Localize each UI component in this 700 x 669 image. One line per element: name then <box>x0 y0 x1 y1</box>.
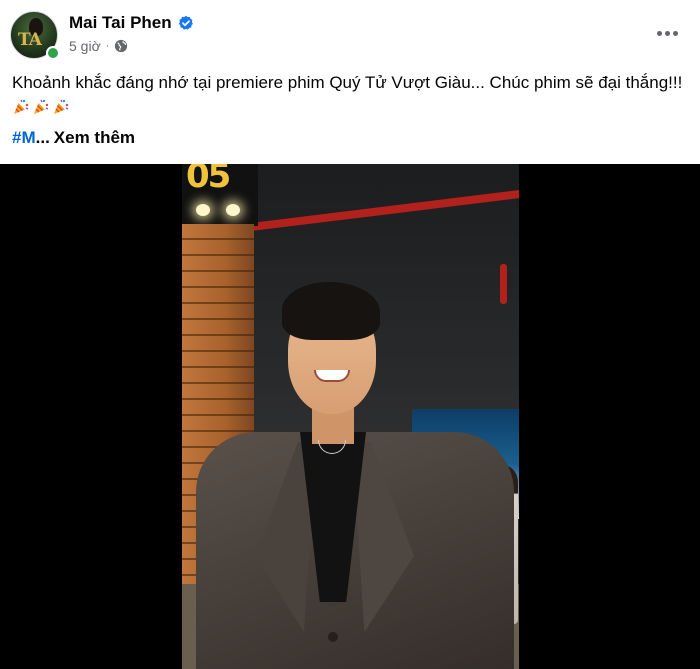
post-meta: 5 giờ · <box>69 38 128 54</box>
globe-icon[interactable] <box>114 39 128 53</box>
truncation-ellipsis: ... <box>35 128 50 147</box>
party-popper-icon <box>14 99 29 114</box>
author-name[interactable]: Mai Tai Phen <box>69 13 172 33</box>
sign-lamp <box>196 204 210 216</box>
facebook-post: TA Mai Tai Phen 5 giờ · Khoảnh khắc đáng… <box>0 0 700 669</box>
post-photo[interactable]: 05 <box>182 164 519 669</box>
post-text: Khoảnh khắc đáng nhớ tại premiere phim Q… <box>12 70 684 120</box>
party-popper-icon <box>54 99 69 114</box>
party-popper-icon <box>34 99 49 114</box>
post-media[interactable]: 05 <box>0 164 700 669</box>
avatar-monogram: TA <box>18 30 42 50</box>
photo-main-person <box>196 282 516 669</box>
post-header: TA Mai Tai Phen 5 giờ · <box>10 10 690 60</box>
hashtag-link[interactable]: #M <box>12 128 36 147</box>
more-dot <box>672 30 678 36</box>
emoji-group <box>12 98 70 116</box>
more-dot <box>656 30 662 36</box>
more-dot <box>664 30 670 36</box>
author-row: Mai Tai Phen <box>69 13 194 33</box>
person-hair <box>282 282 380 340</box>
more-options-icon[interactable] <box>654 20 680 46</box>
sign-lamp <box>226 204 240 216</box>
online-status-indicator <box>46 46 60 60</box>
jacket-button <box>328 632 338 642</box>
verified-badge-icon <box>178 15 193 30</box>
photo-sign: 05 <box>182 164 258 226</box>
hashtag-row: #M... Xem thêm <box>12 127 135 149</box>
sign-number: 05 <box>186 164 231 196</box>
post-time[interactable]: 5 giờ <box>69 38 101 54</box>
see-more-link[interactable]: Xem thêm <box>54 128 135 147</box>
meta-separator: · <box>105 40 110 52</box>
post-body-text: Khoảnh khắc đáng nhớ tại premiere phim Q… <box>12 73 683 92</box>
